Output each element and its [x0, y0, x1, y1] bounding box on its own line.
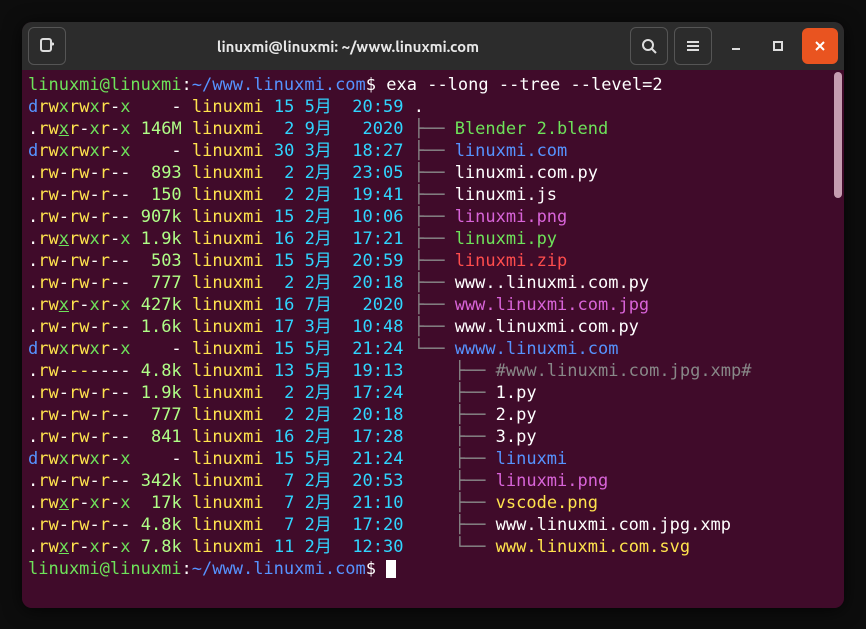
file-row: .rw-rw-r-- 342k linuxmi 7 2月 20:53 ├── l…: [28, 470, 836, 492]
file-row: .rwxr-xr-x 7.8k linuxmi 11 2月 12:30 └── …: [28, 536, 836, 558]
prompt-line[interactable]: linuxmi@linuxmi:~/www.linuxmi.com$ exa -…: [28, 74, 836, 96]
menu-button[interactable]: [674, 27, 712, 65]
file-row: drwxrwxr-x - linuxmi 15 5月 21:24 ├── lin…: [28, 448, 836, 470]
file-row: drwxrwxr-x - linuxmi 15 5月 20:59 .: [28, 96, 836, 118]
file-row: .rw-rw-r-- 503 linuxmi 15 5月 20:59 ├── l…: [28, 250, 836, 272]
file-row: .rw-rw-r-- 907k linuxmi 15 2月 10:06 ├── …: [28, 206, 836, 228]
minimize-button[interactable]: [718, 28, 754, 64]
close-button[interactable]: [802, 28, 838, 64]
file-row: .rwxr-xr-x 146M linuxmi 2 9月 2020 ├── Bl…: [28, 118, 836, 140]
titlebar: linuxmi@linuxmi: ~/www.linuxmi.com: [22, 22, 844, 70]
file-row: drwxrwxr-x - linuxmi 30 3月 18:27 ├── lin…: [28, 140, 836, 162]
cursor: [386, 560, 396, 578]
file-row: .rw-rw-r-- 777 linuxmi 2 2月 20:18 ├── ww…: [28, 272, 836, 294]
file-row: .rw-rw-r-- 4.8k linuxmi 7 2月 17:20 ├── w…: [28, 514, 836, 536]
maximize-button[interactable]: [760, 28, 796, 64]
file-row: .rw-rw-r-- 777 linuxmi 2 2月 20:18 ├── 2.…: [28, 404, 836, 426]
prompt-line[interactable]: linuxmi@linuxmi:~/www.linuxmi.com$: [28, 558, 836, 580]
file-row: .rwxr-xr-x 427k linuxmi 16 7月 2020 ├── w…: [28, 294, 836, 316]
file-row: .rwxr-xr-x 17k linuxmi 7 2月 21:10 ├── vs…: [28, 492, 836, 514]
file-row: .rw-rw-r-- 1.9k linuxmi 2 2月 17:24 ├── 1…: [28, 382, 836, 404]
file-row: .rwxrwxr-x 1.9k linuxmi 16 2月 17:21 ├── …: [28, 228, 836, 250]
scrollbar-thumb[interactable]: [834, 72, 842, 198]
window-title: linuxmi@linuxmi: ~/www.linuxmi.com: [72, 38, 624, 55]
file-row: .rw-rw-r-- 893 linuxmi 2 2月 23:05 ├── li…: [28, 162, 836, 184]
new-tab-button[interactable]: [28, 27, 66, 65]
terminal-output[interactable]: linuxmi@linuxmi:~/www.linuxmi.com$ exa -…: [22, 70, 844, 608]
search-button[interactable]: [630, 27, 668, 65]
file-row: drwxrwxr-x - linuxmi 15 5月 21:24 └── www…: [28, 338, 836, 360]
file-row: .rw-rw-r-- 841 linuxmi 16 2月 17:28 ├── 3…: [28, 426, 836, 448]
file-row: .rw-rw-r-- 1.6k linuxmi 17 3月 10:48 ├── …: [28, 316, 836, 338]
file-row: .rw-rw-r-- 150 linuxmi 2 2月 19:41 ├── li…: [28, 184, 836, 206]
file-row: .rw------- 4.8k linuxmi 13 5月 19:13 ├── …: [28, 360, 836, 382]
terminal-window: linuxmi@linuxmi: ~/www.linuxmi.com linux…: [22, 22, 844, 608]
